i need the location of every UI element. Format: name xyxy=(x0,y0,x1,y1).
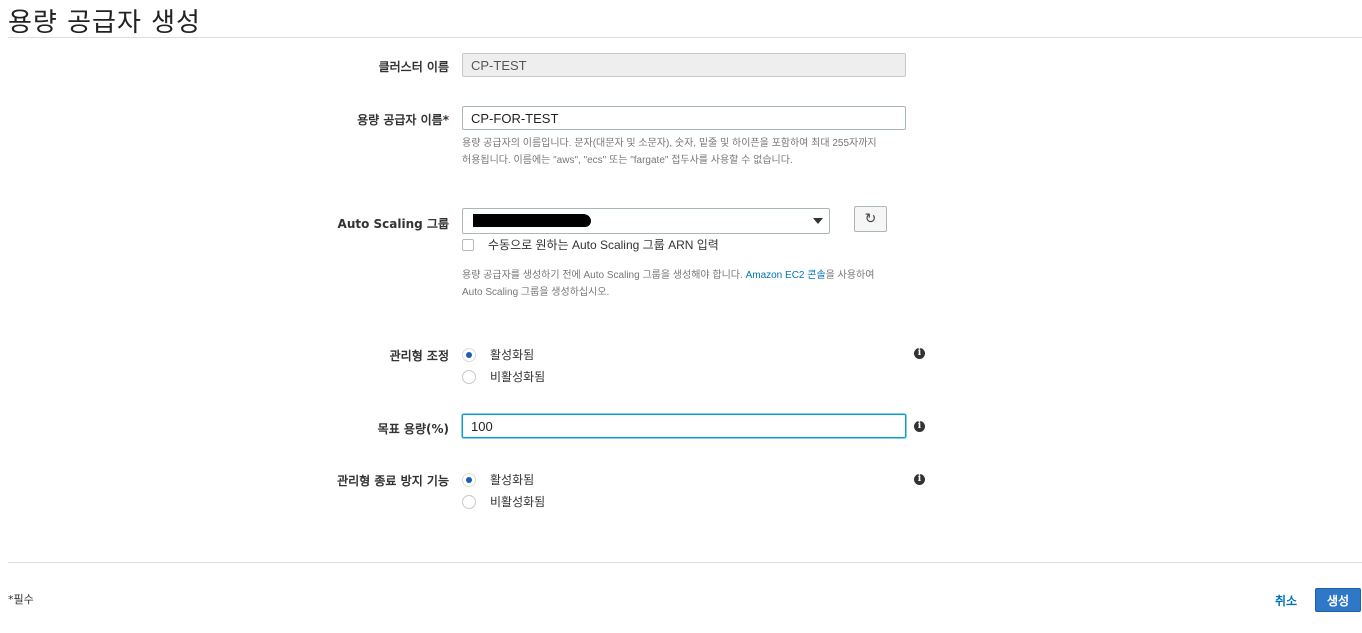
redacted-value xyxy=(473,214,591,227)
asg-help-text2: 을 사용하여 xyxy=(825,270,875,281)
managed-scaling-enabled-option[interactable]: 활성화됨 xyxy=(462,346,534,363)
termination-protection-enabled-label: 활성화됨 xyxy=(490,473,535,487)
provider-name-label: 용량 공급자 이름* xyxy=(357,113,449,127)
managed-scaling-disabled-radio[interactable] xyxy=(462,369,476,384)
target-capacity-value: 100 xyxy=(471,418,493,434)
asg-help: 용량 공급자를 생성하기 전에 Auto Scaling 그룹을 생성해야 합니… xyxy=(462,267,912,301)
cluster-name-value: CP-TEST xyxy=(471,57,527,73)
refresh-icon: ↻ xyxy=(864,211,877,227)
termination-protection-enabled-radio[interactable] xyxy=(462,472,476,487)
ec2-console-link[interactable]: Amazon EC2 콘솔 xyxy=(746,270,826,281)
target-capacity-input[interactable]: 100 xyxy=(462,414,906,438)
termination-protection-enabled-option[interactable]: 활성화됨 xyxy=(462,471,534,488)
provider-name-help-line2: 허용됩니다. 이름에는 "aws", "ecs" 또는 "fargate" 접두… xyxy=(462,155,793,166)
refresh-asg-button[interactable]: ↻ xyxy=(854,206,887,232)
asg-help-line2: Auto Scaling 그룹을 생성하십시오. xyxy=(462,287,610,298)
manual-arn-option[interactable]: 수동으로 원하는 Auto Scaling 그룹 ARN 입력 xyxy=(462,236,719,253)
asg-help-text1: 용량 공급자를 생성하기 전에 Auto Scaling 그룹을 생성해야 합니… xyxy=(462,270,746,281)
create-button[interactable]: 생성 xyxy=(1315,588,1361,612)
termination-protection-disabled-option[interactable]: 비활성화됨 xyxy=(462,493,545,510)
termination-protection-label: 관리형 종료 방지 기능 xyxy=(337,474,449,488)
title-divider xyxy=(8,37,1362,38)
manual-arn-checkbox[interactable] xyxy=(462,238,474,251)
info-icon[interactable]: i xyxy=(914,474,925,485)
managed-scaling-enabled-label: 활성화됨 xyxy=(490,348,535,362)
managed-scaling-label: 관리형 조정 xyxy=(389,349,449,363)
chevron-down-icon xyxy=(813,218,823,224)
provider-name-help: 용량 공급자의 이름입니다. 문자(대문자 및 소문자), 숫자, 밑줄 및 하… xyxy=(462,135,912,169)
target-capacity-label: 목표 용량(%) xyxy=(377,422,449,436)
manual-arn-label: 수동으로 원하는 Auto Scaling 그룹 ARN 입력 xyxy=(488,238,719,252)
provider-name-input[interactable]: CP-FOR-TEST xyxy=(462,106,906,130)
info-icon[interactable]: i xyxy=(914,348,925,359)
cluster-name-label: 클러스터 이름 xyxy=(378,60,449,74)
managed-scaling-disabled-label: 비활성화됨 xyxy=(490,370,546,384)
asg-label: Auto Scaling 그룹 xyxy=(337,217,449,231)
termination-protection-disabled-label: 비활성화됨 xyxy=(490,495,546,509)
managed-scaling-enabled-radio[interactable] xyxy=(462,347,476,362)
managed-scaling-disabled-option[interactable]: 비활성화됨 xyxy=(462,368,545,385)
asg-help-line1: 용량 공급자를 생성하기 전에 Auto Scaling 그룹을 생성해야 합니… xyxy=(462,267,912,284)
required-note: *필수 xyxy=(8,593,34,606)
info-icon[interactable]: i xyxy=(914,421,925,432)
termination-protection-disabled-radio[interactable] xyxy=(462,494,476,509)
provider-name-value: CP-FOR-TEST xyxy=(471,110,559,126)
cluster-name-field: CP-TEST xyxy=(462,53,906,77)
page-title: 용량 공급자 생성 xyxy=(8,8,201,38)
provider-name-help-line1: 용량 공급자의 이름입니다. 문자(대문자 및 소문자), 숫자, 밑줄 및 하… xyxy=(462,138,877,149)
asg-select[interactable] xyxy=(462,208,830,234)
footer-divider xyxy=(8,562,1362,563)
cancel-button[interactable]: 취소 xyxy=(1275,592,1297,609)
